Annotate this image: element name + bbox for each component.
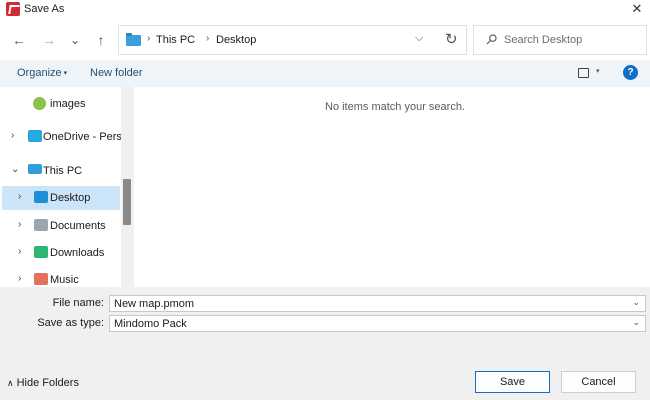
- hide-folders-button[interactable]: ∧ Hide Folders: [7, 377, 79, 389]
- onedrive-folder-icon: [28, 130, 42, 142]
- documents-folder-icon: [34, 219, 48, 231]
- back-arrow-icon[interactable]: ←: [8, 28, 30, 52]
- scrollbar-thumb[interactable]: [123, 179, 131, 225]
- tree-item-desktop[interactable]: › Desktop: [2, 186, 120, 210]
- breadcrumb-separator-icon[interactable]: ›: [206, 33, 209, 44]
- tree-item-label: Desktop: [50, 192, 91, 204]
- search-input[interactable]: [504, 32, 642, 48]
- new-folder-button[interactable]: New folder: [90, 67, 143, 79]
- organize-caret-icon: ▾: [63, 70, 68, 77]
- chevron-right-icon[interactable]: ›: [18, 219, 21, 230]
- file-list-area[interactable]: No items match your search.: [137, 87, 650, 287]
- chevron-down-icon[interactable]: ⌄: [11, 164, 19, 175]
- tree-item-label: Documents: [50, 220, 106, 232]
- tree-item-music[interactable]: › Music: [2, 268, 120, 287]
- refresh-icon[interactable]: ↻: [445, 30, 458, 48]
- folder-icon: [126, 33, 141, 46]
- tree-item-documents[interactable]: › Documents: [2, 214, 120, 238]
- save-form-panel: File name: ⌄ Save as type: Mindomo Pack …: [0, 287, 650, 400]
- address-bar[interactable]: › This PC › Desktop ⌵ ↻: [118, 25, 467, 55]
- close-icon[interactable]: ✕: [626, 0, 648, 18]
- navigation-pane-scrollbar[interactable]: [121, 87, 134, 287]
- hide-folders-label: Hide Folders: [16, 377, 79, 389]
- tree-item-label: OneDrive - Perso: [43, 131, 128, 143]
- downloads-folder-icon: [34, 246, 48, 258]
- file-name-label: File name:: [52, 297, 104, 309]
- navigation-pane: images › OneDrive - Perso ⌄ This PC › De…: [0, 87, 134, 287]
- view-options-icon[interactable]: [578, 68, 589, 78]
- monitor-icon: [28, 164, 42, 174]
- breadcrumb-separator-icon[interactable]: ›: [147, 33, 150, 44]
- save-button[interactable]: Save: [475, 371, 550, 393]
- file-name-input[interactable]: [114, 297, 624, 310]
- chevron-right-icon[interactable]: ›: [18, 246, 21, 257]
- cancel-button[interactable]: Cancel: [561, 371, 636, 393]
- organize-button[interactable]: Organize ▾: [17, 67, 67, 79]
- tree-item-this-pc[interactable]: ⌄ This PC: [2, 159, 120, 183]
- address-dropdown-icon[interactable]: ⌵: [415, 32, 423, 45]
- tree-item-label: Music: [50, 274, 79, 286]
- breadcrumb-this-pc[interactable]: This PC: [156, 34, 195, 46]
- tree-item-label: This PC: [43, 165, 83, 177]
- images-folder-icon: [33, 97, 46, 110]
- title-bar: Save As ✕: [0, 0, 650, 20]
- chevron-down-icon[interactable]: ⌄: [632, 317, 640, 328]
- empty-results-message: No items match your search.: [325, 101, 465, 113]
- music-folder-icon: [34, 273, 48, 285]
- tree-item-onedrive[interactable]: › OneDrive - Perso: [2, 125, 128, 149]
- breadcrumb-desktop[interactable]: Desktop: [216, 34, 256, 46]
- up-arrow-icon[interactable]: ↑: [90, 28, 112, 52]
- search-icon: [486, 34, 497, 45]
- help-icon[interactable]: ?: [623, 65, 638, 80]
- navigation-bar: ← → ⌄ ↑ › This PC › Desktop ⌵ ↻: [0, 20, 650, 60]
- chevron-down-icon[interactable]: ⌄: [632, 297, 640, 308]
- save-as-type-value: Mindomo Pack: [114, 318, 187, 330]
- search-box[interactable]: [473, 25, 647, 55]
- command-toolbar: Organize ▾ New folder ▾ ?: [0, 60, 650, 87]
- chevron-right-icon[interactable]: ›: [11, 130, 14, 141]
- forward-arrow-icon[interactable]: →: [38, 28, 60, 52]
- mindomo-app-icon: [6, 2, 20, 16]
- view-options-caret-icon[interactable]: ▾: [596, 67, 600, 75]
- tree-item-label: images: [50, 98, 86, 110]
- file-name-field[interactable]: ⌄: [109, 295, 646, 312]
- chevron-right-icon[interactable]: ›: [18, 273, 21, 284]
- window-title: Save As: [24, 3, 65, 15]
- chevron-up-icon: ∧: [7, 378, 14, 388]
- tree-item-downloads[interactable]: › Downloads: [2, 241, 120, 265]
- tree-item-label: Downloads: [50, 247, 105, 259]
- tree-item-images[interactable]: images: [2, 92, 120, 116]
- desktop-folder-icon: [34, 191, 48, 203]
- save-as-type-label: Save as type:: [37, 317, 104, 329]
- organize-label: Organize: [17, 67, 62, 79]
- save-as-type-select[interactable]: Mindomo Pack ⌄: [109, 315, 646, 332]
- recent-locations-chevron-icon[interactable]: ⌄: [64, 28, 86, 52]
- chevron-right-icon[interactable]: ›: [18, 191, 21, 202]
